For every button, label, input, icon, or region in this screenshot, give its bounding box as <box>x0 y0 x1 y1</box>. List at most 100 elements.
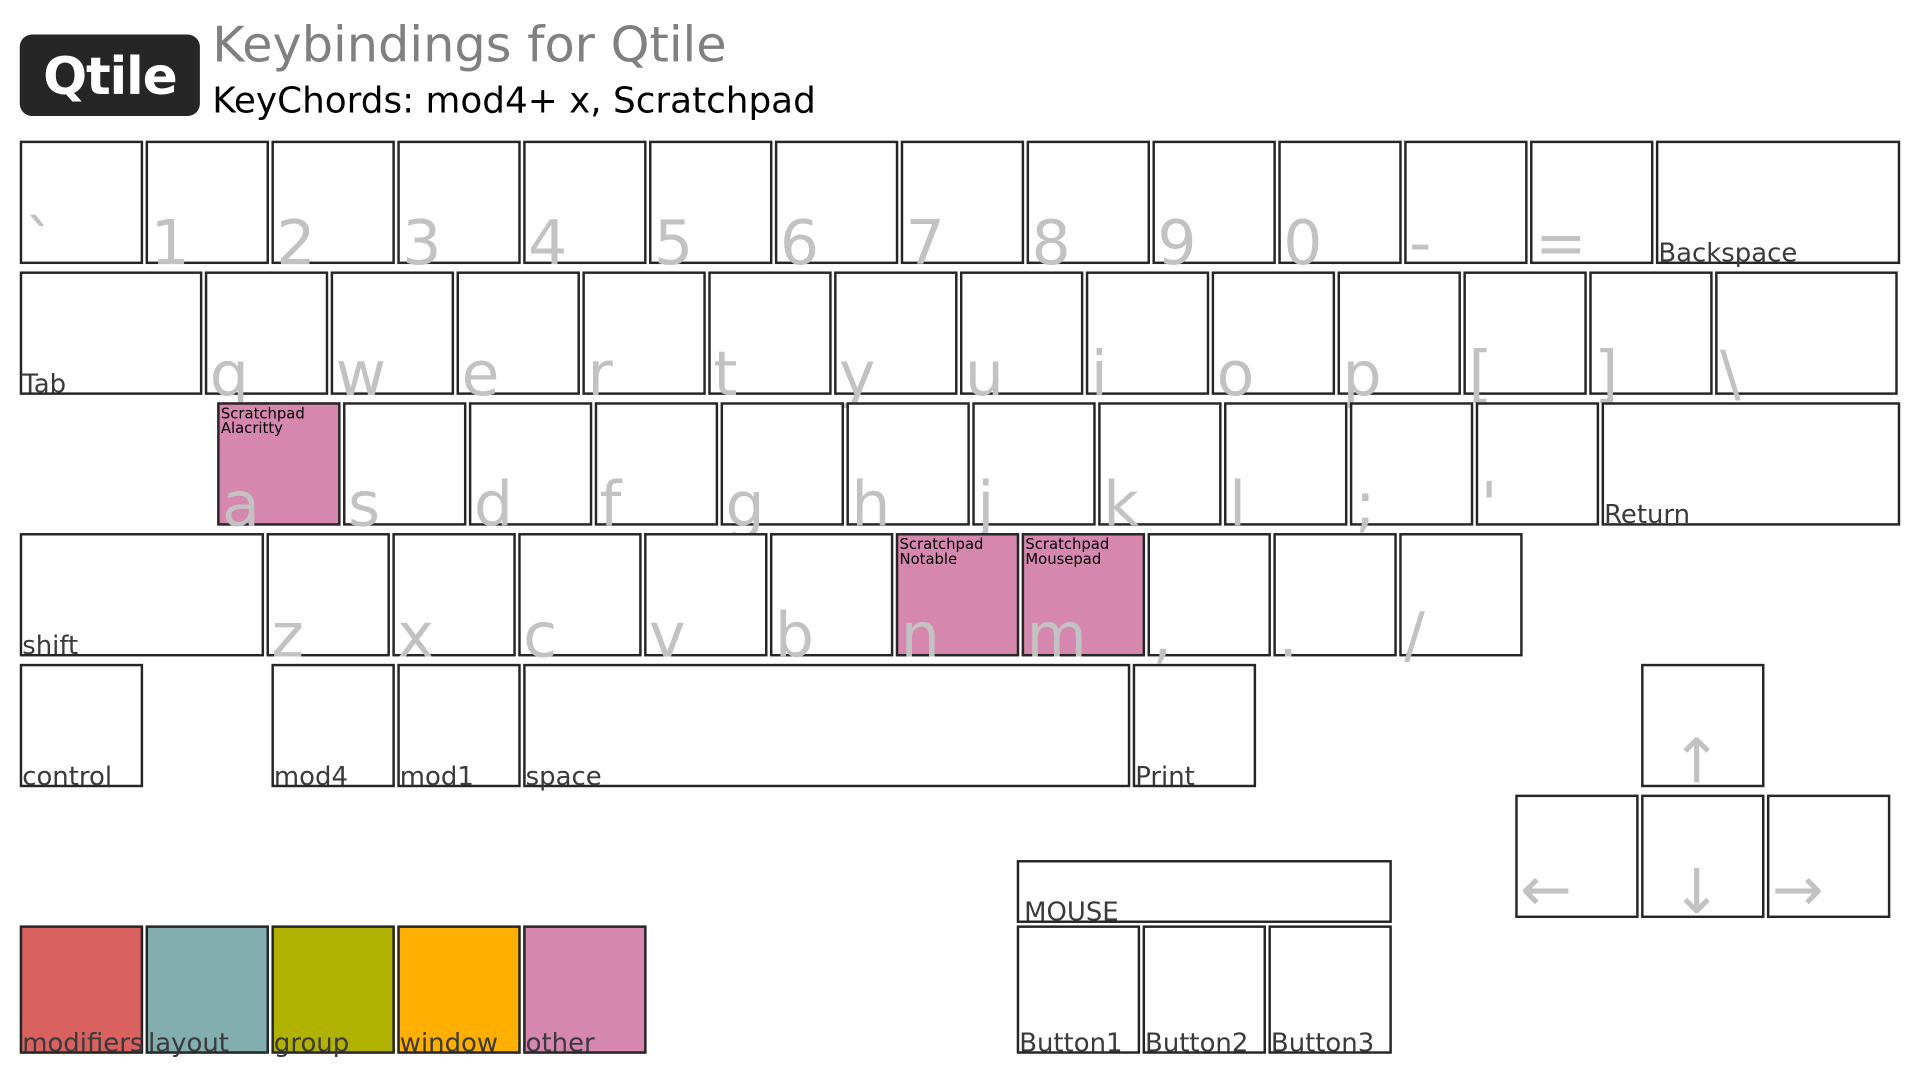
key-label: 6 <box>779 207 820 279</box>
key-v: v <box>644 533 768 666</box>
key-k: k <box>1098 402 1222 536</box>
key-label: 9 <box>1157 207 1197 279</box>
legend-label: modifiers <box>22 1027 144 1058</box>
key-d: d <box>468 402 593 536</box>
key-i: i <box>1085 271 1210 405</box>
key-label: 7 <box>905 207 945 279</box>
key-s: s <box>343 402 467 536</box>
key-slash: / <box>1399 533 1523 666</box>
key-label: . <box>1278 599 1298 672</box>
key-label: Backspace <box>1658 238 1798 268</box>
mouse-title-box: MOUSE <box>1016 860 1392 927</box>
key-label: Print <box>1135 761 1195 791</box>
key-label: ' <box>1480 468 1498 541</box>
key-6: 6 <box>774 140 899 274</box>
legend-label: window <box>399 1027 499 1058</box>
key-label: ↓ <box>1670 856 1723 928</box>
key-0: 0 <box>1278 140 1402 274</box>
key-g: g <box>720 402 844 536</box>
key-label: \ <box>1720 338 1741 410</box>
key-c: c <box>518 533 642 666</box>
key-label: l <box>1228 468 1247 541</box>
key-arrow-right-icon: → <box>1766 794 1891 926</box>
key-e: e <box>456 271 580 405</box>
key-arrow-down-icon: ↓ <box>1641 794 1765 923</box>
key-label: [ <box>1468 338 1493 410</box>
legend-swatch-modifiers: modifiers <box>19 925 144 1058</box>
key-label: k <box>1103 468 1139 541</box>
key-comma: , <box>1147 533 1271 666</box>
key-label: Return <box>1604 499 1691 530</box>
key-label: , <box>1152 599 1173 672</box>
key-label: shift <box>22 630 79 661</box>
mouse-title: MOUSE <box>1024 897 1119 927</box>
key-8: 8 <box>1026 140 1150 274</box>
key-label: mod4 <box>273 761 348 791</box>
key-label: u <box>964 338 1005 410</box>
key-label: = <box>1534 207 1587 279</box>
key-q: q <box>204 271 329 405</box>
key-a: Scratchpad Alacritty a <box>217 402 341 536</box>
key-h: h <box>846 402 970 536</box>
key-arrow-up-icon: ↑ <box>1641 663 1765 792</box>
key-n: Scratchpad Notable n <box>895 533 1020 666</box>
key-y: y <box>834 271 958 405</box>
key-label: ] <box>1594 338 1619 410</box>
key-label: m <box>1026 599 1087 672</box>
key-label: 1 <box>150 207 190 279</box>
key-z: z <box>266 533 390 666</box>
page-subtitle: KeyChords: mod4+ x, Scratchpad <box>212 78 816 121</box>
key-label: g <box>725 468 765 541</box>
key-label: Tab <box>22 368 67 399</box>
key-label: - <box>1409 207 1432 279</box>
key-backspace: Backspace <box>1655 140 1901 268</box>
key-control: control <box>19 663 144 789</box>
key-2: 2 <box>271 140 395 274</box>
key-label: 0 <box>1283 207 1323 279</box>
key-7: 7 <box>900 140 1025 274</box>
key-label: r <box>587 338 613 410</box>
key-label: p <box>1342 338 1382 410</box>
key-label: j <box>977 468 995 541</box>
key-o: o <box>1211 271 1336 405</box>
key-f: f <box>594 402 719 536</box>
qtile-logo: Qtile <box>19 34 200 116</box>
key-label: ` <box>24 207 56 279</box>
key-3: 3 <box>397 140 521 274</box>
key-binding-label: Scratchpad Mousepad <box>1025 535 1110 568</box>
key-label: w <box>335 338 387 410</box>
key-t: t <box>708 271 832 405</box>
key-label: x <box>397 599 434 672</box>
mouse-button-label: Button3 <box>1270 1027 1375 1058</box>
key-label: a <box>222 468 260 541</box>
key-label: space <box>525 761 602 791</box>
key-quote: ' <box>1475 402 1600 536</box>
key-label: 5 <box>653 207 694 279</box>
key-5: 5 <box>649 140 773 274</box>
key-w: w <box>330 271 455 405</box>
key-semicolon: ; <box>1349 402 1474 536</box>
key-label: → <box>1771 853 1824 926</box>
mouse-button1: Button1 <box>1016 925 1141 1056</box>
key-shift: shift <box>19 533 265 661</box>
key-label: n <box>900 599 940 672</box>
key-period: . <box>1273 533 1397 666</box>
key-backslash: \ <box>1715 271 1898 405</box>
key-lbracket: [ <box>1463 271 1587 405</box>
key-binding-label: Scratchpad Notable <box>899 535 984 568</box>
legend-label: group <box>273 1027 350 1058</box>
key-label: s <box>347 468 381 541</box>
key-equals: = <box>1530 140 1654 274</box>
legend-swatch-window: window <box>397 925 521 1058</box>
key-4: 4 <box>523 140 647 274</box>
keybindings-stage: Qtile Keybindings for Qtile KeyChords: m… <box>0 0 1920 1080</box>
page-title: Keybindings for Qtile <box>212 17 727 75</box>
legend-swatch-group: group <box>271 925 395 1058</box>
key-label: d <box>473 468 513 541</box>
key-label: c <box>523 599 558 672</box>
key-l: l <box>1224 402 1348 536</box>
key-label: e <box>461 338 500 410</box>
key-mod4: mod4 <box>271 663 395 791</box>
key-label: 4 <box>528 207 568 279</box>
key-1: 1 <box>145 140 269 274</box>
